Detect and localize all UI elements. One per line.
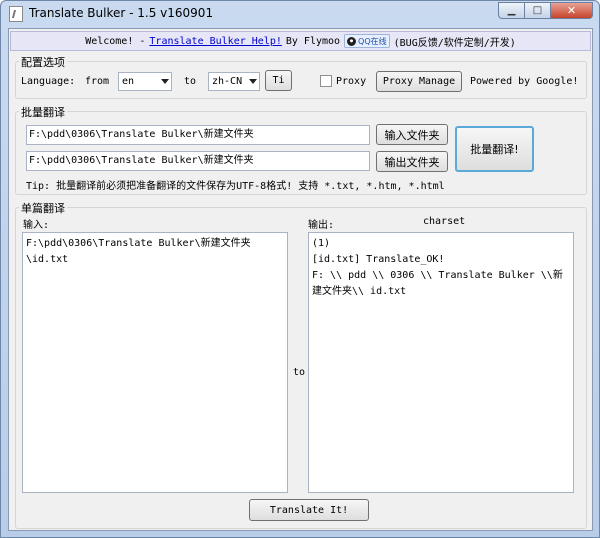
qq-badge-label: QQ在线: [358, 36, 387, 46]
from-language-value: en: [122, 76, 135, 87]
minimize-icon: ▁: [507, 5, 516, 16]
input-folder-button[interactable]: 输入文件夹: [376, 124, 448, 145]
proxy-checkbox[interactable]: [320, 75, 332, 87]
output-folder-path: F:\pdd\0306\Translate Bulker\新建文件夹: [29, 155, 254, 166]
minimize-button[interactable]: ▁: [498, 2, 524, 19]
title-bar[interactable]: Translate Bulker - 1.5 v160901 ▁ □ ✕: [1, 1, 599, 27]
from-language-select[interactable]: en: [118, 72, 172, 91]
maximize-button[interactable]: □: [524, 2, 550, 19]
proxy-label: Proxy: [336, 76, 367, 87]
welcome-prefix: Welcome! -: [85, 35, 146, 47]
to-arrow-label: to: [293, 367, 306, 378]
to-language-select[interactable]: zh-CN: [208, 72, 260, 91]
client-area: Welcome! - Translate Bulker Help! By Fly…: [8, 28, 593, 531]
output-folder-field[interactable]: F:\pdd\0306\Translate Bulker\新建文件夹: [26, 151, 370, 171]
welcome-suffix: (BUG反馈/软件定制/开发): [393, 37, 516, 49]
qq-online-badge[interactable]: QQ在线: [344, 34, 390, 48]
translate-it-label: Translate It!: [269, 504, 349, 516]
charset-label: charset: [423, 216, 466, 227]
config-group-title: 配置选项: [19, 54, 67, 70]
ti-button-label: Ti: [272, 75, 285, 86]
welcome-banner: Welcome! - Translate Bulker Help! By Fly…: [10, 31, 591, 51]
language-label: Language:: [21, 76, 76, 87]
output-label: 输出:: [308, 220, 335, 231]
proxy-manage-button[interactable]: Proxy Manage: [376, 71, 462, 92]
maximize-icon: □: [532, 5, 543, 16]
from-label: from: [85, 76, 110, 87]
author-text: By Flymoo: [285, 35, 341, 47]
output-textarea[interactable]: (1) [id.txt] Translate_OK! F: \\ pdd \\ …: [308, 232, 574, 493]
input-folder-button-label: 输入文件夹: [384, 128, 440, 142]
help-link[interactable]: Translate Bulker Help!: [149, 36, 281, 47]
chevron-down-icon: [249, 79, 257, 84]
window-title: Translate Bulker - 1.5 v160901: [29, 6, 214, 20]
output-folder-button-label: 输出文件夹: [384, 155, 440, 169]
app-icon: [9, 6, 23, 22]
batch-tip: Tip: 批量翻译前必须把准备翻译的文件保存为UTF-8格式! 支持 *.txt…: [26, 181, 445, 192]
batch-translate-button[interactable]: 批量翻译!: [455, 126, 534, 172]
input-label: 输入:: [23, 220, 50, 231]
single-group-title: 单篇翻译: [19, 200, 67, 216]
chevron-down-icon: [161, 79, 169, 84]
powered-by-text: Powered by Google!: [470, 76, 579, 87]
batch-translate-button-label: 批量翻译!: [470, 143, 519, 156]
batch-group-title: 批量翻译: [19, 104, 67, 120]
ti-button[interactable]: Ti: [265, 70, 292, 91]
to-language-label: to: [184, 76, 197, 87]
input-textarea[interactable]: F:\pdd\0306\Translate Bulker\新建文件夹 \id.t…: [22, 232, 288, 493]
caption-buttons: ▁ □ ✕: [498, 2, 593, 19]
close-button[interactable]: ✕: [550, 2, 593, 19]
to-language-value: zh-CN: [212, 76, 243, 87]
qq-icon: [347, 36, 357, 46]
close-icon: ✕: [566, 4, 577, 17]
app-window: Translate Bulker - 1.5 v160901 ▁ □ ✕ Wel…: [0, 0, 600, 538]
output-folder-button[interactable]: 输出文件夹: [376, 151, 448, 172]
proxy-manage-label: Proxy Manage: [382, 76, 456, 87]
input-folder-field[interactable]: F:\pdd\0306\Translate Bulker\新建文件夹: [26, 125, 370, 145]
translate-it-button[interactable]: Translate It!: [249, 499, 369, 521]
input-folder-path: F:\pdd\0306\Translate Bulker\新建文件夹: [29, 129, 254, 140]
